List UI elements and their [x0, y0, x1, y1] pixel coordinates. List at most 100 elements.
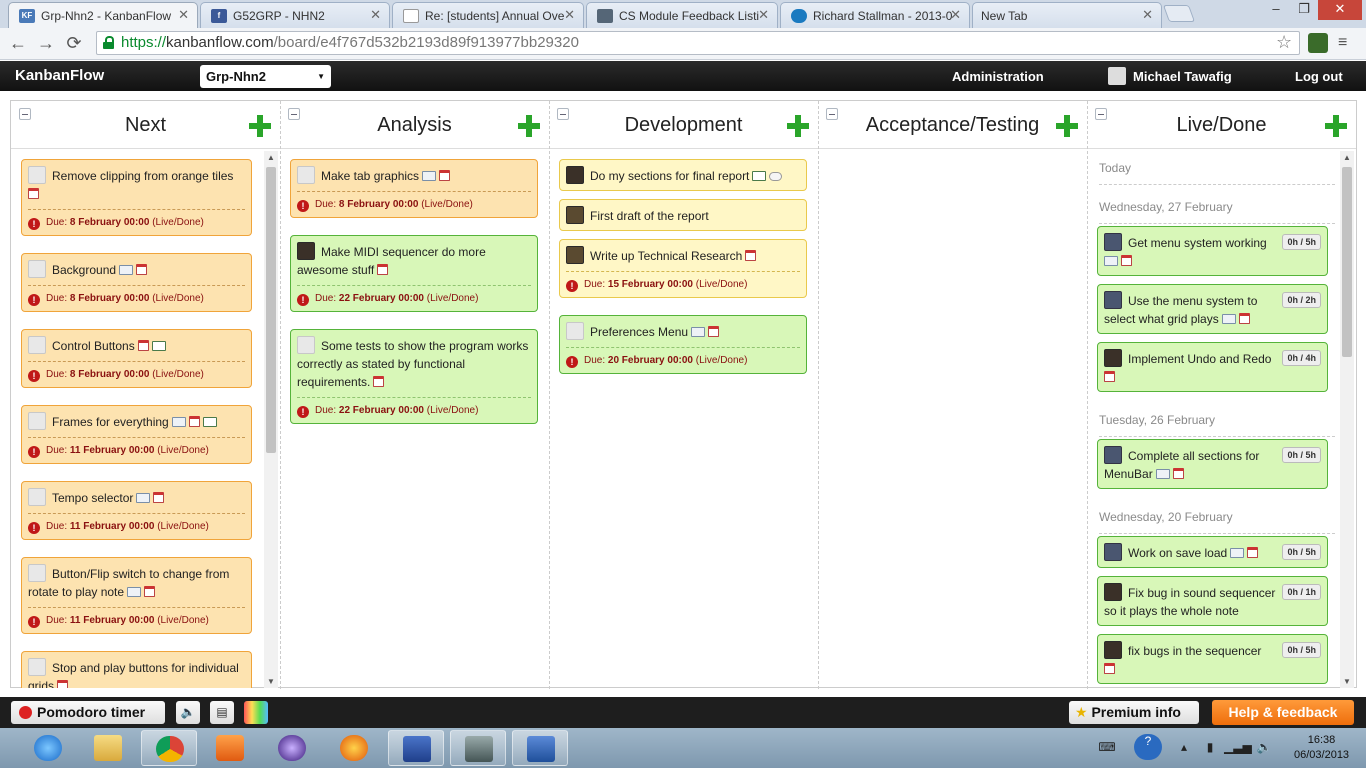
task-card[interactable]: Fix bug in sound sequencer so it plays t… [1097, 576, 1328, 626]
close-tab-icon[interactable]: ✕ [1142, 7, 1153, 23]
color-palette-icon[interactable] [244, 701, 268, 724]
bookmark-star-icon[interactable]: ☆ [1276, 32, 1292, 53]
premium-info-button[interactable]: ★ Premium info [1069, 701, 1199, 724]
help-feedback-button[interactable]: Help & feedback [1212, 700, 1354, 725]
scroll-down-icon[interactable]: ▼ [1340, 677, 1354, 686]
add-task-icon[interactable] [1325, 115, 1347, 137]
add-task-icon[interactable] [249, 115, 271, 137]
scroll-thumb[interactable] [1342, 167, 1352, 357]
app-logo[interactable]: KanbanFlow [15, 67, 104, 84]
calendar-icon [373, 376, 385, 387]
task-card[interactable]: Frames for everything ! Due: 11 February … [21, 405, 252, 464]
column-header-acceptance: Acceptance/Testing [818, 101, 1087, 149]
chrome-icon[interactable] [141, 730, 197, 766]
avatar [28, 260, 46, 278]
task-card[interactable]: Control Buttons ! Due: 8 February 00:00 (… [21, 329, 252, 388]
browser-tab-new[interactable]: New Tab ✕ [972, 2, 1162, 28]
media-player-icon[interactable] [202, 730, 258, 766]
description-icon [136, 493, 151, 503]
task-card[interactable]: fix bugs in the sequencer 0h / 5h [1097, 634, 1328, 684]
visio-icon[interactable] [388, 730, 444, 766]
tomato-icon [19, 706, 32, 719]
column-header-analysis: Analysis [280, 101, 549, 149]
task-card[interactable]: Button/Flip switch to change from rotate… [21, 557, 252, 634]
task-card[interactable]: Stop and play buttons for individual gri… [21, 651, 252, 688]
logout-link[interactable]: Log out [1295, 69, 1343, 84]
task-card[interactable]: Make MIDI sequencer do more awesome stuf… [290, 235, 538, 312]
alert-icon: ! [566, 280, 578, 292]
due-date: ! Due: 20 February 00:00 (Live/Done) [566, 347, 800, 368]
board-selector[interactable]: Grp-Nhn2 ▼ [200, 65, 331, 88]
done-column-scrollbar[interactable]: ▲ ▼ [1340, 151, 1354, 688]
system-clock[interactable]: 16:38 06/03/2013 [1294, 733, 1349, 763]
task-card[interactable]: Background ! Due: 8 February 00:00 (Live/… [21, 253, 252, 312]
next-column-scrollbar[interactable]: ▲ ▼ [264, 151, 278, 688]
maximize-button[interactable]: ❐ [1290, 0, 1318, 20]
print-icon[interactable]: ▤ [210, 701, 234, 724]
eclipse-icon[interactable] [264, 730, 320, 766]
volume-icon[interactable]: 🔈 [1256, 740, 1272, 756]
browser-tab-facebook[interactable]: f G52GRP - NHN2 ✕ [200, 2, 390, 28]
signal-icon[interactable]: ▁▃▅ [1224, 740, 1252, 756]
sound-icon[interactable]: 🔈 [176, 701, 200, 724]
task-card[interactable]: Preferences Menu ! Due: 20 February 00:00… [559, 315, 807, 374]
address-bar[interactable]: https://kanbanflow.com/board/e4f767d532b… [96, 31, 1300, 55]
new-tab-button[interactable] [1162, 5, 1196, 22]
close-tab-icon[interactable]: ✕ [564, 7, 575, 23]
scroll-up-icon[interactable]: ▲ [264, 153, 278, 162]
battery-icon[interactable]: ▮ [1202, 740, 1218, 756]
firefox-icon[interactable] [326, 730, 382, 766]
task-title: Some tests to show the program works cor… [297, 339, 529, 389]
network-app-icon[interactable] [450, 730, 506, 766]
task-card[interactable]: Tempo selector ! Due: 11 February 00:00 (… [21, 481, 252, 540]
close-window-button[interactable]: ✕ [1318, 0, 1362, 20]
add-task-icon[interactable] [787, 115, 809, 137]
show-hidden-icons[interactable]: ▴ [1176, 740, 1192, 756]
task-card[interactable]: Make tab graphics ! Due: 8 February 00:00… [290, 159, 538, 218]
close-tab-icon[interactable]: ✕ [178, 7, 189, 23]
add-task-icon[interactable] [1056, 115, 1078, 137]
internet-explorer-icon[interactable] [20, 730, 76, 766]
task-card[interactable]: Get menu system working 0h / 5h [1097, 226, 1328, 276]
scroll-up-icon[interactable]: ▲ [1340, 153, 1354, 162]
scroll-thumb[interactable] [266, 167, 276, 453]
task-card[interactable]: First draft of the report [559, 199, 807, 231]
alert-icon: ! [28, 370, 40, 382]
task-card[interactable]: Implement Undo and Redo 0h / 4h [1097, 342, 1328, 392]
word-icon[interactable] [512, 730, 568, 766]
task-card[interactable]: Remove clipping from orange tiles ! Due: … [21, 159, 252, 236]
minimize-button[interactable]: – [1262, 0, 1290, 20]
reload-button[interactable]: ⟳ [62, 31, 86, 55]
browser-tab-cs-module[interactable]: CS Module Feedback Listi ✕ [586, 2, 778, 28]
menu-icon[interactable]: ≡ [1338, 34, 1347, 52]
day-group-header: Wednesday, 20 February [1099, 510, 1335, 534]
file-explorer-icon[interactable] [80, 730, 136, 766]
browser-tab-students[interactable]: Re: [students] Annual Ove ✕ [392, 2, 584, 28]
forward-button[interactable]: → [34, 31, 58, 55]
back-button[interactable]: ← [6, 31, 30, 55]
browser-tab-stallman[interactable]: Richard Stallman - 2013-0 ✕ [780, 2, 970, 28]
extension-icon[interactable] [1308, 33, 1328, 53]
pomodoro-timer-button[interactable]: Pomodoro timer [11, 701, 165, 724]
kanbanflow-favicon-icon: KF [19, 9, 35, 23]
task-card[interactable]: Do my sections for final report [559, 159, 807, 191]
task-card[interactable]: Use the menu system to select what grid … [1097, 284, 1328, 334]
alert-icon: ! [28, 294, 40, 306]
scroll-down-icon[interactable]: ▼ [264, 677, 278, 686]
close-tab-icon[interactable]: ✕ [950, 7, 961, 23]
task-card[interactable]: Complete all sections for MenuBar 0h / 5… [1097, 439, 1328, 489]
tab-title: Re: [students] Annual Ove [425, 9, 565, 23]
add-task-icon[interactable] [518, 115, 540, 137]
close-tab-icon[interactable]: ✕ [758, 7, 769, 23]
due-date: ! Due: 8 February 00:00 (Live/Done) [28, 361, 245, 382]
calendar-icon [1172, 468, 1184, 479]
action-center-icon[interactable]: ? [1134, 734, 1162, 760]
keyboard-icon[interactable]: ⌨ [1094, 740, 1120, 756]
task-card[interactable]: Write up Technical Research ! Due: 15 Feb… [559, 239, 807, 298]
user-name-link[interactable]: Michael Tawafig [1133, 69, 1232, 84]
task-card[interactable]: Work on save load 0h / 5h [1097, 536, 1328, 568]
task-card[interactable]: Some tests to show the program works cor… [290, 329, 538, 424]
close-tab-icon[interactable]: ✕ [370, 7, 381, 23]
administration-link[interactable]: Administration [952, 69, 1044, 84]
browser-tab-kanbanflow[interactable]: KF Grp-Nhn2 - KanbanFlow ✕ [8, 2, 198, 28]
